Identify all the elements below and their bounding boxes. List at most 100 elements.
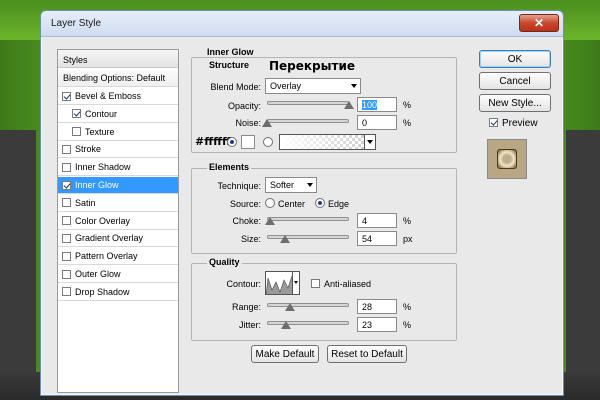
choke-input[interactable]: 4	[357, 213, 397, 228]
style-item-drop-shadow[interactable]: Drop Shadow	[58, 284, 178, 301]
contour-curve-icon	[266, 275, 292, 294]
close-button[interactable]: ✕	[519, 14, 559, 32]
jitter-slider[interactable]	[267, 321, 349, 325]
contour-dropdown[interactable]	[292, 271, 300, 295]
blend-annotation: Перекрытие	[269, 59, 355, 73]
background-left	[0, 130, 36, 400]
style-item-checkbox[interactable]	[62, 180, 71, 190]
range-label: Range:	[231, 302, 261, 312]
style-item-outer-glow[interactable]: Outer Glow	[58, 266, 178, 283]
range-slider[interactable]	[267, 303, 349, 307]
contour-label: Contour:	[226, 279, 261, 289]
structure-title: Structure	[209, 60, 250, 70]
anti-aliased-label: Anti-aliased	[324, 279, 372, 289]
style-item-label: Inner Glow	[75, 180, 119, 190]
reset-default-button[interactable]: Reset to Default	[327, 345, 407, 363]
gradient-picker[interactable]	[279, 134, 365, 150]
blending-options-item[interactable]: Blending Options: Default	[58, 70, 178, 87]
style-item-gradient-overlay[interactable]: Gradient Overlay	[58, 230, 178, 248]
technique-label: Technique:	[217, 181, 261, 191]
source-center-radio[interactable]	[265, 198, 275, 208]
style-item-checkbox[interactable]	[62, 287, 71, 297]
style-item-label: Satin	[75, 197, 96, 208]
opacity-unit: %	[403, 100, 412, 110]
color-mode-radio[interactable]	[227, 137, 237, 147]
close-icon: ✕	[533, 16, 545, 30]
cancel-button[interactable]: Cancel	[479, 72, 551, 90]
range-value: 28	[362, 302, 373, 312]
style-item-contour[interactable]: Contour	[58, 106, 178, 123]
choke-label: Choke:	[232, 216, 261, 226]
style-item-color-overlay[interactable]: Color Overlay	[58, 213, 178, 230]
size-slider-thumb[interactable]	[280, 235, 291, 243]
style-item-checkbox[interactable]	[62, 233, 71, 243]
choke-slider-thumb[interactable]	[265, 217, 276, 225]
noise-unit: %	[403, 118, 412, 128]
style-item-label: Contour	[85, 108, 118, 119]
style-item-checkbox[interactable]	[62, 198, 71, 208]
style-item-label: Drop Shadow	[75, 286, 130, 297]
noise-value: 0	[362, 118, 368, 128]
size-unit: px	[403, 234, 413, 244]
style-item-checkbox[interactable]	[62, 91, 71, 101]
style-item-checkbox[interactable]	[62, 216, 71, 226]
anti-aliased-checkbox[interactable]	[311, 279, 320, 288]
source-edge-radio[interactable]	[315, 198, 325, 208]
style-item-satin[interactable]: Satin	[58, 195, 178, 212]
color-annotation: #ffffff	[195, 135, 231, 148]
size-input[interactable]: 54	[357, 231, 397, 246]
style-item-checkbox[interactable]	[62, 251, 71, 261]
choke-slider[interactable]	[267, 217, 349, 221]
opacity-input[interactable]: 100	[357, 97, 397, 112]
noise-input[interactable]: 0	[357, 115, 397, 130]
new-style-button[interactable]: New Style...	[479, 94, 551, 112]
style-item-texture[interactable]: Texture	[58, 124, 178, 141]
style-item-inner-shadow[interactable]: Inner Shadow	[58, 159, 178, 177]
preview-label: Preview	[502, 118, 538, 129]
style-item-label: Inner Shadow	[75, 162, 131, 173]
styles-list: Styles Blending Options: Default Bevel &…	[57, 49, 179, 393]
chevron-down-icon	[351, 84, 357, 88]
style-item-checkbox[interactable]	[72, 127, 81, 137]
style-item-label: Pattern Overlay	[75, 251, 138, 262]
blend-mode-dropdown[interactable]: Overlay	[265, 78, 361, 94]
style-item-checkbox[interactable]	[62, 144, 71, 154]
style-item-stroke[interactable]: Stroke	[58, 141, 178, 159]
technique-dropdown[interactable]: Softer	[265, 177, 317, 193]
jitter-value: 23	[362, 320, 373, 330]
choke-unit: %	[403, 216, 412, 226]
styles-header[interactable]: Styles	[58, 50, 178, 68]
style-item-inner-glow[interactable]: Inner Glow	[58, 177, 178, 194]
source-label: Source:	[229, 199, 261, 209]
elements-title: Elements	[207, 162, 252, 172]
style-item-checkbox[interactable]	[62, 269, 71, 279]
style-item-checkbox[interactable]	[62, 162, 71, 172]
glow-color-swatch[interactable]	[241, 135, 255, 149]
opacity-slider-thumb[interactable]	[344, 101, 354, 109]
gradient-mode-radio[interactable]	[263, 137, 273, 147]
contour-picker[interactable]	[265, 271, 293, 295]
window-title: Layer Style	[51, 18, 102, 29]
preview-checkbox[interactable]	[489, 118, 498, 127]
title-bar[interactable]: Layer Style ✕	[41, 11, 563, 37]
range-slider-thumb[interactable]	[284, 303, 295, 311]
gradient-dropdown[interactable]	[364, 134, 376, 150]
opacity-slider[interactable]	[267, 101, 349, 105]
jitter-input[interactable]: 23	[357, 317, 397, 332]
noise-slider[interactable]	[267, 119, 349, 123]
quality-title: Quality	[207, 257, 242, 267]
style-item-label: Bevel & Emboss	[75, 91, 142, 101]
style-item-bevel-emboss[interactable]: Bevel & Emboss	[58, 88, 178, 105]
noise-label: Noise:	[235, 118, 261, 128]
jitter-slider-thumb[interactable]	[280, 321, 291, 329]
jitter-label: Jitter:	[238, 320, 261, 330]
jitter-unit: %	[403, 320, 412, 330]
style-item-checkbox[interactable]	[72, 109, 81, 119]
make-default-button[interactable]: Make Default	[251, 345, 319, 363]
range-input[interactable]: 28	[357, 299, 397, 314]
ok-button[interactable]: OK	[479, 50, 551, 68]
size-value: 54	[362, 234, 373, 244]
layer-style-dialog: Layer Style ✕ Styles Blending Options: D…	[40, 10, 564, 396]
noise-slider-thumb[interactable]	[262, 119, 272, 127]
style-item-pattern-overlay[interactable]: Pattern Overlay	[58, 248, 178, 266]
